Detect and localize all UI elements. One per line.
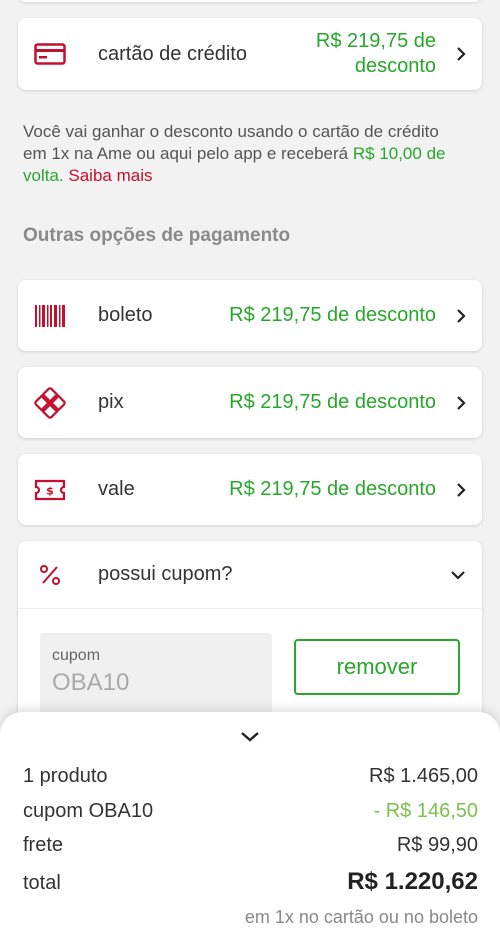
payment-option-discount: R$ 219,75 de desconto [315, 30, 436, 77]
summary-label: total [23, 872, 61, 894]
summary-shipping-row: frete R$ 99,90 [23, 834, 478, 857]
percent-icon [34, 559, 66, 591]
learn-more-link[interactable]: Saiba mais [68, 166, 152, 185]
payment-option-discount: R$ 219,75 de desconto [229, 478, 436, 500]
summary-label: cupom OBA10 [23, 800, 154, 822]
coupon-header-label: possui cupom? [98, 563, 233, 585]
summary-products-row: 1 produto R$ 1.465,00 [23, 765, 478, 788]
summary-label: 1 produto [23, 765, 108, 787]
summary-label: frete [23, 834, 64, 856]
voucher-icon: $ [34, 474, 66, 506]
coupon-card: possui cupom? cupom OBA10 remover [18, 541, 482, 741]
svg-text:$: $ [46, 484, 54, 497]
payment-option-label: pix [98, 391, 124, 413]
discount-info-text: Você vai ganhar o desconto usando o cart… [23, 122, 446, 185]
remove-coupon-button[interactable]: remover [294, 639, 460, 695]
payment-option-pix[interactable]: pix R$ 219,75 de desconto [18, 367, 482, 438]
payment-option-vale[interactable]: $ vale R$ 219,75 de desconto [18, 454, 482, 525]
payment-option-credit-card[interactable]: cartão de crédito R$ 219,75 de desconto [18, 18, 482, 90]
summary-value: R$ 1.465,00 [369, 765, 478, 787]
payment-option-label: cartão de crédito [98, 42, 247, 65]
chevron-right-icon [446, 482, 466, 498]
order-summary-sheet: 1 produto R$ 1.465,00 cupom OBA10 - R$ 1… [0, 712, 500, 945]
summary-total-row: total R$ 1.220,62 [23, 868, 478, 896]
payment-note: em 1x no cartão ou no boleto [244, 907, 478, 927]
chevron-right-icon [446, 308, 466, 324]
payment-option-discount: R$ 219,75 de desconto [229, 304, 436, 326]
chevron-right-icon [446, 46, 466, 62]
summary-coupon-row: cupom OBA10 - R$ 146,50 [23, 800, 478, 823]
payment-option-discount: R$ 219,75 de desconto [229, 391, 436, 413]
coupon-field-label: cupom [52, 647, 101, 664]
summary-value: R$ 99,90 [396, 834, 478, 856]
barcode-icon [34, 300, 66, 332]
collapse-chevron-icon[interactable] [236, 726, 264, 746]
payment-option-boleto[interactable]: boleto R$ 219,75 de desconto [18, 280, 482, 351]
summary-total-value: R$ 1.220,62 [347, 868, 478, 895]
chevron-down-icon [446, 570, 466, 580]
payment-option-label: boleto [98, 304, 153, 326]
coupon-input[interactable]: cupom OBA10 [40, 633, 272, 713]
coupon-toggle[interactable]: possui cupom? [18, 541, 482, 609]
pix-icon [34, 386, 66, 419]
credit-card-icon [34, 38, 66, 70]
chevron-right-icon [446, 395, 466, 411]
summary-value: - R$ 146,50 [373, 800, 478, 822]
section-title: Outras opções de pagamento [23, 225, 291, 246]
previous-card-edge [18, 0, 482, 2]
coupon-field-value: OBA10 [52, 669, 130, 696]
payment-option-label: vale [98, 478, 135, 500]
